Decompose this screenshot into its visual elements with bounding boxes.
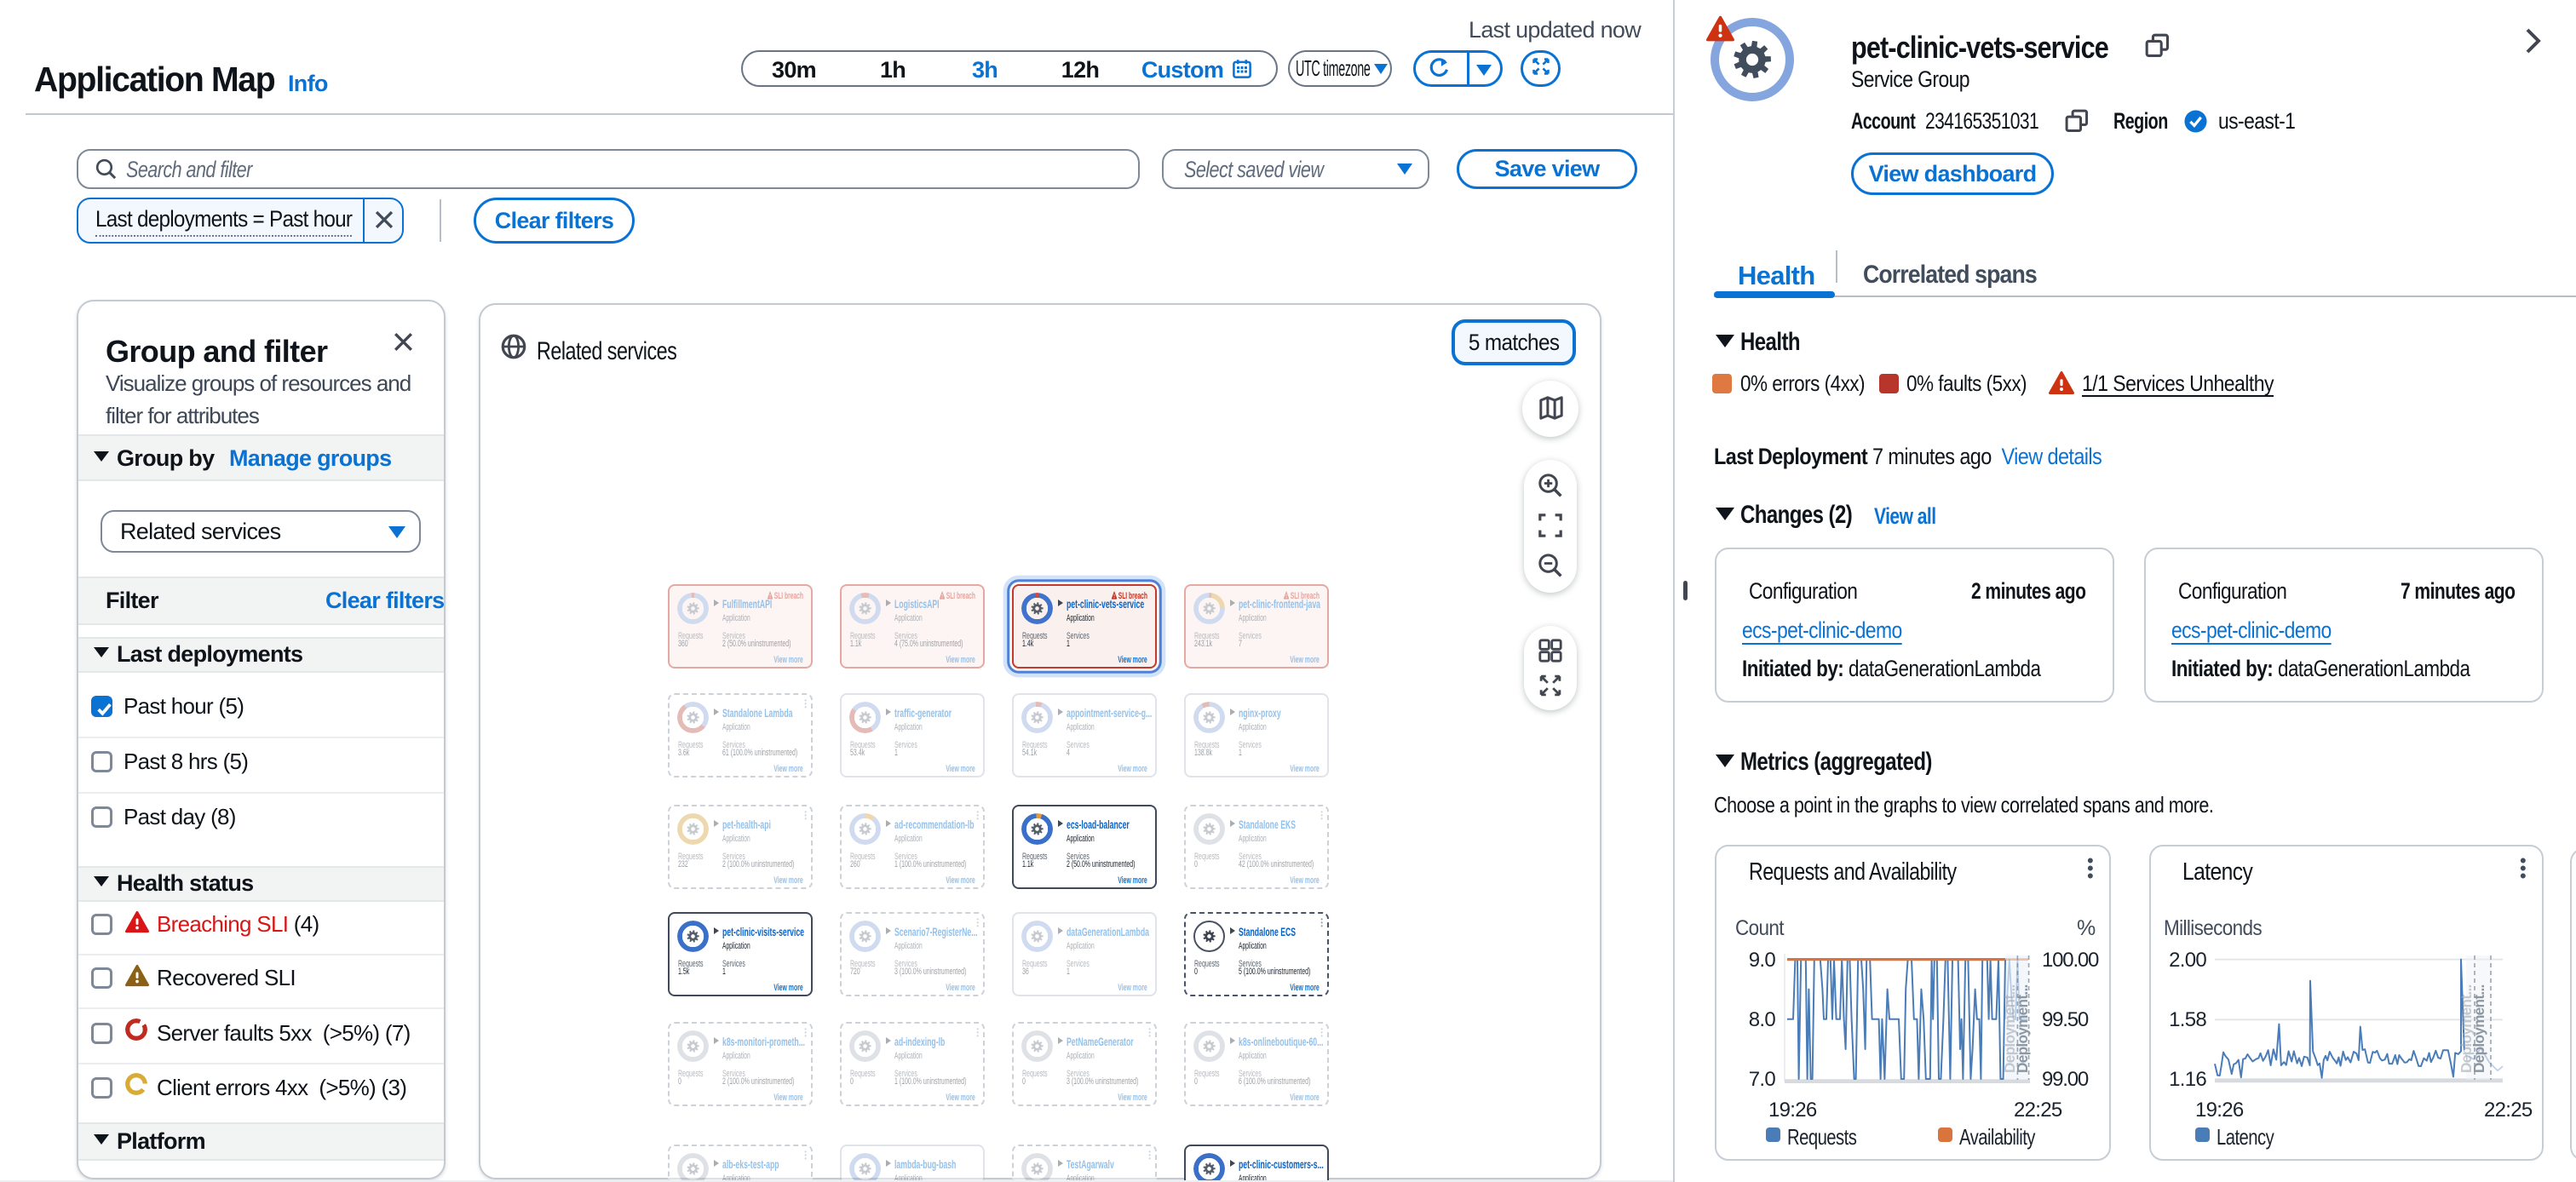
svg-text:Deployment...: Deployment...: [2470, 984, 2487, 1073]
svg-text:Deployment...: Deployment...: [2014, 984, 2031, 1073]
